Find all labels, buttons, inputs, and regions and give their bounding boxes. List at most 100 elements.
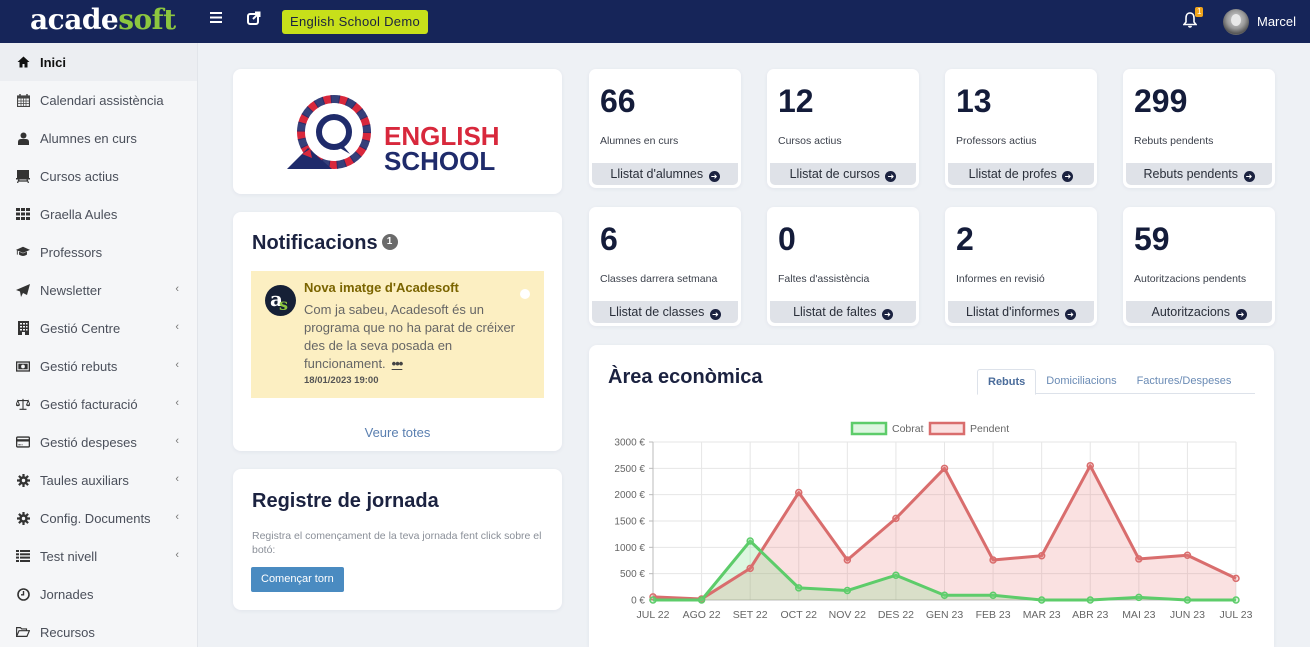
chevron-left-icon: ‹: [175, 397, 179, 409]
stat-card-autoritzacions: 59 Autoritzacions pendents Autoritzacion…: [1123, 207, 1275, 326]
notification-more-link[interactable]: •••: [392, 356, 404, 371]
stat-card-cursos: 12 Cursos actius Llistat de cursos ➜: [767, 69, 919, 188]
data-point-cobrat: [892, 571, 900, 579]
data-point-cobrat: [1232, 596, 1240, 604]
stat-label: Cursos actius: [778, 135, 842, 147]
school-demo-badge[interactable]: English School Demo: [282, 10, 428, 34]
stat-label: Faltes d'assistència: [778, 273, 870, 285]
chevron-left-icon: ‹: [175, 321, 179, 333]
legend-swatch-pendent: [928, 421, 966, 436]
notification-item[interactable]: as Nova imatge d'Acadesoft Com ja sabeu,…: [251, 271, 544, 398]
y-tick-label: 2500 €: [614, 464, 645, 475]
see-all-notifications-link[interactable]: Veure totes: [233, 425, 562, 440]
chevron-left-icon: ‹: [175, 359, 179, 371]
sidebar-item-label: Alumnes en curs: [40, 130, 137, 146]
stat-link-classes[interactable]: Llistat de classes ➜: [592, 301, 738, 323]
sidebar-item-gestio-facturacio[interactable]: Gestió facturació ‹: [0, 385, 197, 423]
stat-label: Rebuts pendents: [1134, 135, 1214, 147]
sidebar-item-calendari[interactable]: Calendari assistència: [0, 81, 197, 119]
stat-card-rebuts: 299 Rebuts pendents Rebuts pendents ➜: [1123, 69, 1275, 188]
x-tick-label: JUL 23: [1220, 609, 1253, 621]
data-point-cobrat: [1135, 593, 1143, 602]
sidebar-item-label: Newsletter: [40, 282, 102, 298]
stat-label: Alumnes en curs: [600, 135, 679, 147]
notifications-count-badge: 1: [381, 234, 398, 250]
sidebar-item-cursos[interactable]: Cursos actius: [0, 157, 197, 195]
notification-count-badge: 1: [1195, 7, 1204, 17]
grid-icon: [16, 207, 30, 221]
sidebar-item-professors[interactable]: Professors: [0, 233, 197, 271]
notification-body: Com ja sabeu, Acadesoft és un programa q…: [304, 301, 519, 373]
data-point-pendent: [795, 488, 803, 497]
data-point-pendent: [989, 556, 997, 564]
notification-title: Nova imatge d'Acadesoft: [304, 280, 459, 295]
arrow-circle-right-icon: ➜: [1062, 171, 1074, 182]
external-link-icon[interactable]: [247, 11, 261, 30]
data-point-pendent: [1232, 574, 1240, 583]
data-point-cobrat: [1037, 596, 1046, 604]
sidebar-item-config-documents[interactable]: Config. Documents ‹: [0, 499, 197, 537]
sidebar-item-taules-auxiliars[interactable]: Taules auxiliars ‹: [0, 461, 197, 499]
sidebar-item-test-nivell[interactable]: Test nivell ‹: [0, 537, 197, 575]
building-icon: [16, 321, 30, 335]
stat-link-professors[interactable]: Llistat de profes ➜: [948, 163, 1094, 185]
sidebar-item-jornades[interactable]: Jornades: [0, 575, 197, 613]
gear-icon: [16, 473, 30, 487]
stat-link-label: Llistat d'informes: [966, 305, 1060, 319]
logo-text-acade: acade: [30, 3, 119, 36]
stat-link-informes[interactable]: Llistat d'informes ➜: [948, 301, 1094, 323]
sidebar-item-alumnes[interactable]: Alumnes en curs: [0, 119, 197, 157]
data-point-pendent: [1183, 551, 1192, 559]
stat-value: 13: [956, 83, 992, 119]
start-shift-button[interactable]: Començar torn: [251, 567, 344, 592]
x-tick-label: ABR 23: [1072, 609, 1108, 621]
data-point-cobrat: [1183, 596, 1192, 604]
sidebar-item-recursos[interactable]: Recursos: [0, 613, 197, 647]
sidebar-item-gestio-despeses[interactable]: Gestió despeses ‹: [0, 423, 197, 461]
sidebar-item-inici[interactable]: Inici: [0, 43, 197, 81]
stat-card-classes: 6 Classes darrera setmana Llistat de cla…: [589, 207, 741, 326]
clock-icon: [16, 587, 30, 601]
sidebar-item-newsletter[interactable]: Newsletter ‹: [0, 271, 197, 309]
user-name[interactable]: Marcel: [1257, 14, 1296, 29]
stat-value: 59: [1134, 221, 1170, 257]
sidebar-item-graella-aules[interactable]: Graella Aules: [0, 195, 197, 233]
stat-link-label: Rebuts pendents: [1143, 167, 1239, 181]
notification-date: 18/01/2023 19:00: [304, 375, 379, 386]
chevron-left-icon: ‹: [175, 549, 179, 561]
chevron-left-icon: ‹: [175, 435, 179, 447]
economic-area-card: Àrea econòmica Rebuts Domiciliacions Fac…: [589, 345, 1274, 647]
stat-link-autoritzacions[interactable]: Autoritzacions ➜: [1126, 301, 1272, 323]
hamburger-menu-icon[interactable]: [210, 11, 223, 29]
stat-link-alumnes[interactable]: Llistat d'alumnes ➜: [592, 163, 738, 185]
stat-link-label: Llistat de profes: [968, 167, 1057, 181]
graduation-cap-icon: [16, 245, 30, 259]
school-logo-card: ENGLISH SCHOOL: [233, 69, 562, 194]
x-tick-label: AGO 22: [683, 609, 721, 621]
logo-text-soft: soft: [118, 3, 176, 36]
stat-link-label: Llistat de faltes: [793, 305, 877, 319]
y-tick-label: 2000 €: [614, 490, 645, 501]
sidebar-item-label: Inici: [40, 54, 67, 70]
x-tick-label: SET 22: [733, 609, 768, 621]
data-point-cobrat: [843, 586, 852, 595]
stat-value: 12: [778, 83, 814, 119]
stat-link-rebuts[interactable]: Rebuts pendents ➜: [1126, 163, 1272, 185]
x-tick-label: MAR 23: [1023, 609, 1061, 621]
sidebar-item-gestio-centre[interactable]: Gestió Centre ‹: [0, 309, 197, 347]
stat-link-cursos[interactable]: Llistat de cursos ➜: [770, 163, 916, 185]
y-tick-label: 1500 €: [614, 517, 645, 528]
acadesoft-logo[interactable]: acadesoft: [30, 3, 176, 36]
x-tick-label: DES 22: [878, 609, 914, 621]
stat-label: Classes darrera setmana: [600, 273, 718, 285]
acadesoft-avatar-icon: as: [265, 285, 296, 316]
stat-value: 2: [956, 221, 974, 257]
unread-dot-icon[interactable]: [520, 289, 530, 299]
stat-link-label: Llistat de classes: [609, 305, 705, 319]
stat-link-faltes[interactable]: Llistat de faltes ➜: [770, 301, 916, 323]
sidebar-item-gestio-rebuts[interactable]: Gestió rebuts ‹: [0, 347, 197, 385]
sidebar-item-label: Cursos actius: [40, 168, 119, 184]
user-avatar[interactable]: [1223, 9, 1249, 35]
sidebar-item-label: Recursos: [40, 624, 95, 640]
x-tick-label: OCT 22: [780, 609, 817, 621]
